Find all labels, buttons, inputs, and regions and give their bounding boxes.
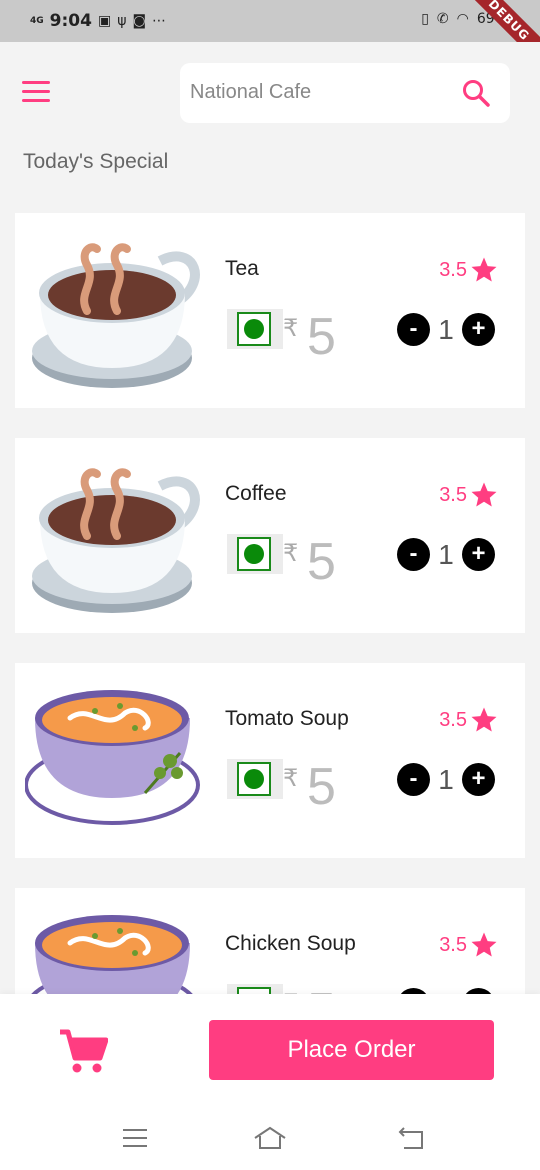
- home-icon[interactable]: [253, 1124, 287, 1152]
- usb-icon: ψ: [117, 13, 127, 29]
- item-name: Chicken Soup: [225, 932, 356, 955]
- wifi-call-icon: ✆: [436, 11, 449, 27]
- data-saver-icon: ▣: [97, 13, 112, 29]
- rating: 3.5: [439, 480, 499, 510]
- quantity-value: 1: [438, 313, 454, 345]
- vibrate-icon: ▯: [421, 11, 429, 27]
- veg-icon: [237, 762, 271, 796]
- more-dots-icon: ⋯: [152, 13, 167, 29]
- recent-apps-icon[interactable]: [118, 1124, 152, 1152]
- item-name: Tomato Soup: [225, 707, 349, 730]
- rating-value: 3.5: [439, 708, 467, 731]
- quantity-stepper: - 1 +: [397, 763, 495, 796]
- system-nav-bar: [0, 1104, 540, 1170]
- star-icon: [471, 482, 497, 507]
- instagram-icon: ◙: [132, 13, 147, 29]
- veg-icon: [237, 537, 271, 571]
- decrease-button[interactable]: -: [397, 538, 430, 571]
- search-icon[interactable]: [460, 77, 492, 109]
- currency-symbol: ₹: [283, 315, 299, 342]
- rating: 3.5: [439, 930, 499, 960]
- increase-button[interactable]: +: [462, 313, 495, 346]
- item-price: 5: [307, 758, 336, 816]
- cart-icon[interactable]: [58, 1026, 108, 1076]
- order-bar: Place Order: [0, 994, 540, 1104]
- star-icon: [471, 932, 497, 957]
- quantity-value: 1: [438, 538, 454, 570]
- increase-button[interactable]: +: [462, 763, 495, 796]
- clock: 9:04: [49, 11, 92, 31]
- item-price: 5: [307, 533, 336, 591]
- item-name: Coffee: [225, 482, 287, 505]
- quantity-stepper: - 1 +: [397, 538, 495, 571]
- quantity-stepper: - 1 +: [397, 313, 495, 346]
- item-name: Tea: [225, 257, 259, 280]
- rating-value: 3.5: [439, 483, 467, 506]
- increase-button[interactable]: +: [462, 538, 495, 571]
- rating-value: 3.5: [439, 933, 467, 956]
- rating: 3.5: [439, 255, 499, 285]
- tea-cup-icon: [32, 243, 200, 388]
- veg-icon: [237, 312, 271, 346]
- soup-bowl-icon: [25, 690, 200, 825]
- veg-indicator: [227, 759, 283, 799]
- search-input[interactable]: [190, 81, 450, 104]
- veg-indicator: [227, 309, 283, 349]
- coffee-cup-icon: [32, 468, 200, 613]
- rating: 3.5: [439, 705, 499, 735]
- place-order-button[interactable]: Place Order: [209, 1020, 494, 1080]
- menu-item-card[interactable]: Coffee 3.5 ₹ 5 - 1 +: [15, 438, 525, 633]
- search-bar[interactable]: [180, 63, 510, 123]
- item-price: 5: [307, 308, 336, 366]
- section-title: Today's Special: [23, 150, 169, 173]
- quantity-value: 1: [438, 763, 454, 795]
- menu-item-card[interactable]: Tomato Soup 3.5 ₹ 5 - 1 +: [15, 663, 525, 858]
- veg-indicator: [227, 534, 283, 574]
- decrease-button[interactable]: -: [397, 313, 430, 346]
- decrease-button[interactable]: -: [397, 763, 430, 796]
- back-icon[interactable]: [394, 1124, 428, 1152]
- currency-symbol: ₹: [283, 765, 299, 792]
- star-icon: [471, 707, 497, 732]
- rating-value: 3.5: [439, 258, 467, 281]
- wifi-icon: ◠: [456, 11, 469, 27]
- hamburger-menu-icon[interactable]: [22, 81, 50, 103]
- currency-symbol: ₹: [283, 540, 299, 567]
- menu-item-card[interactable]: Tea 3.5 ₹ 5 - 1 +: [15, 213, 525, 408]
- status-bar: 4G 9:04 ▣ ψ ◙ ⋯ ▯ ✆ ◠ 69% DEBUG: [0, 0, 540, 42]
- star-icon: [471, 257, 497, 282]
- network-type: 4G: [30, 15, 44, 26]
